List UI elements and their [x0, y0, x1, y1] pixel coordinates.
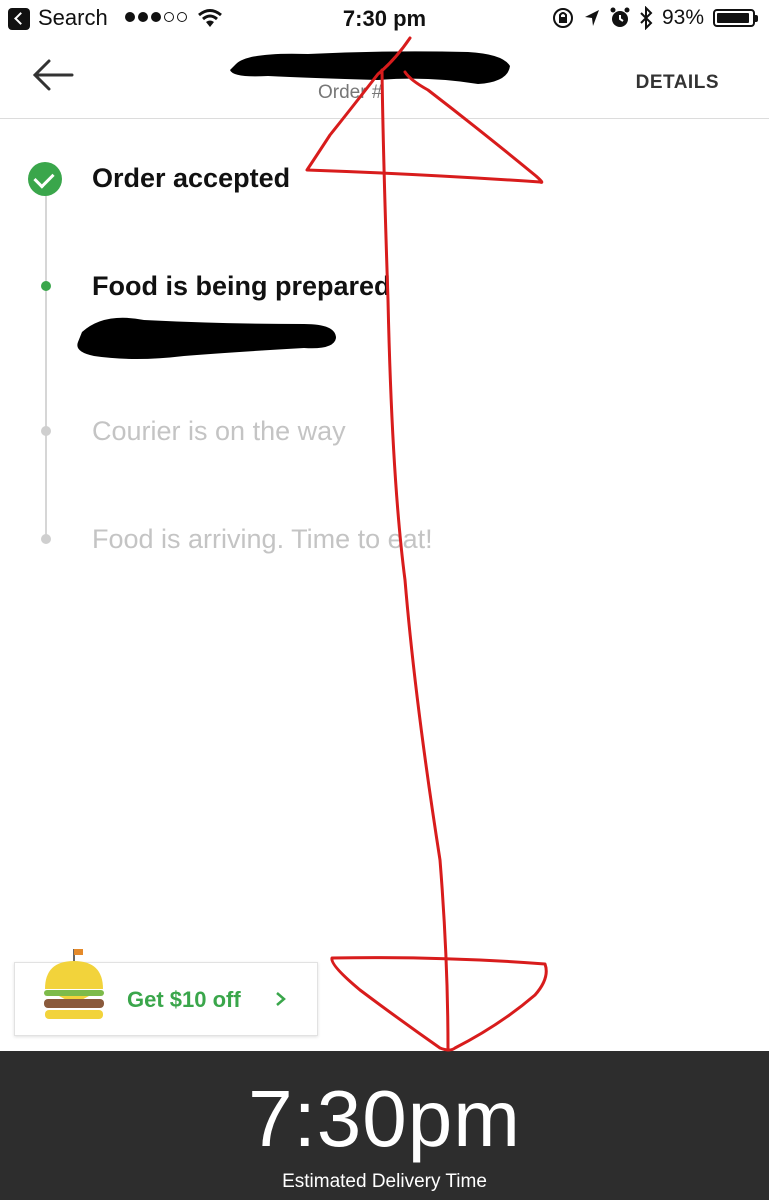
alarm-icon — [610, 7, 630, 27]
step-label: Food is arriving. Time to eat! — [92, 524, 433, 554]
promo-card[interactable]: Get $10 off — [14, 949, 318, 1036]
battery-percent: 93% — [661, 6, 704, 29]
eta-footer: 7:30pm Estimated Delivery Time — [0, 1051, 769, 1200]
redacted-restaurant-name — [230, 51, 510, 84]
eta-time: 7:30pm — [248, 1074, 521, 1163]
bluetooth-icon — [640, 6, 653, 30]
step-label: Food is being prepared — [92, 271, 391, 301]
check-circle-icon — [28, 162, 62, 196]
promo-label[interactable]: Get $10 off — [127, 987, 241, 1013]
burger-icon — [44, 949, 104, 1019]
orientation-lock-icon — [552, 8, 573, 28]
status-bar: Search 7:30 pm 93% — [0, 0, 769, 38]
active-dot-icon — [41, 281, 51, 291]
order-number: Order # — [318, 82, 383, 103]
pending-dot-icon — [41, 426, 51, 436]
order-header: Order # DETAILS — [0, 38, 769, 119]
step-label: Order accepted — [92, 163, 291, 193]
eta-label: Estimated Delivery Time — [282, 1171, 487, 1192]
chevron-right-icon[interactable] — [271, 987, 291, 1011]
timeline-track — [45, 192, 47, 542]
details-button[interactable]: DETAILS — [636, 72, 719, 94]
pending-dot-icon — [41, 534, 51, 544]
location-arrow-icon — [584, 10, 599, 26]
back-arrow-icon[interactable] — [30, 58, 76, 92]
status-right-group: 93% — [552, 6, 758, 30]
step-label: Courier is on the way — [92, 416, 346, 446]
redacted-status-detail — [77, 317, 336, 359]
battery-icon — [713, 9, 758, 27]
